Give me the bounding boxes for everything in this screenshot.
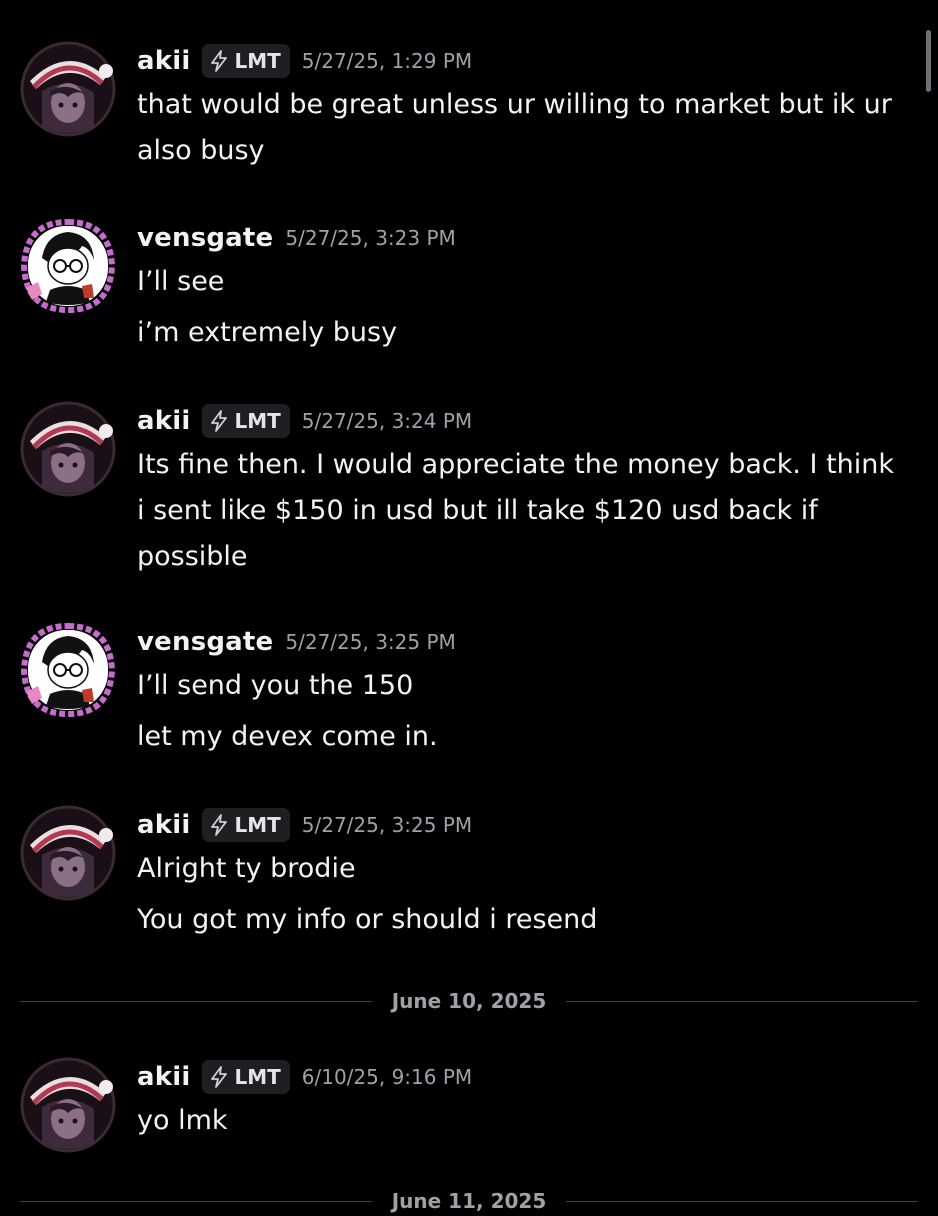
message-text: I’ll send you the 150 bbox=[137, 670, 414, 701]
username[interactable]: akii bbox=[137, 46, 190, 76]
message-text: Its fine then. I would appreciate the mo… bbox=[137, 449, 895, 572]
tag-label: LMT bbox=[234, 49, 281, 73]
message-header: akii LMT 6/10/25, 9:16 PM bbox=[137, 1057, 472, 1097]
timestamp: 5/27/25, 3:25 PM bbox=[285, 630, 456, 654]
username[interactable]: vensgate bbox=[137, 223, 273, 253]
lightning-bolt-icon bbox=[211, 814, 228, 836]
message-header: vensgate 5/27/25, 3:25 PM bbox=[137, 622, 456, 662]
anime-girl-avatar-icon bbox=[20, 401, 116, 497]
lightning-bolt-icon bbox=[211, 410, 228, 432]
tag-label: LMT bbox=[234, 1065, 281, 1089]
avatar-akii[interactable] bbox=[20, 401, 116, 497]
message-text: I’ll see bbox=[137, 266, 225, 297]
scrollbar-thumb[interactable] bbox=[926, 30, 931, 92]
anime-boy-avatar-icon bbox=[20, 622, 116, 718]
timestamp: 5/27/25, 1:29 PM bbox=[301, 49, 473, 73]
date-divider: June 11, 2025 bbox=[20, 1186, 918, 1216]
message-header: akii LMT 5/27/25, 1:29 PM bbox=[137, 41, 472, 81]
avatar-vensgate[interactable] bbox=[20, 622, 116, 718]
timestamp: 6/10/25, 9:16 PM bbox=[301, 1065, 473, 1089]
username[interactable]: akii bbox=[137, 1062, 190, 1092]
message-header: akii LMT 5/27/25, 3:24 PM bbox=[137, 401, 472, 441]
anime-girl-avatar-icon bbox=[20, 1057, 116, 1153]
tag-label: LMT bbox=[234, 813, 281, 837]
lightning-bolt-icon bbox=[211, 50, 228, 72]
message-text: let my devex come in. bbox=[137, 721, 438, 752]
message-text: yo lmk bbox=[137, 1105, 228, 1136]
username[interactable]: vensgate bbox=[137, 627, 273, 657]
timestamp: 5/27/25, 3:25 PM bbox=[301, 813, 473, 837]
username[interactable]: akii bbox=[137, 810, 190, 840]
message-text: You got my info or should i resend bbox=[137, 904, 598, 935]
anime-boy-avatar-icon bbox=[20, 218, 116, 314]
message-header: vensgate 5/27/25, 3:23 PM bbox=[137, 218, 456, 258]
tag-label: LMT bbox=[234, 409, 281, 433]
server-tag[interactable]: LMT bbox=[202, 404, 290, 438]
message-text: that would be great unless ur willing to… bbox=[137, 89, 892, 166]
server-tag[interactable]: LMT bbox=[202, 808, 290, 842]
message-header: akii LMT 5/27/25, 3:25 PM bbox=[137, 805, 472, 845]
avatar-akii[interactable] bbox=[20, 41, 116, 137]
server-tag[interactable]: LMT bbox=[202, 44, 290, 78]
avatar-vensgate[interactable] bbox=[20, 218, 116, 314]
message-text: i’m extremely busy bbox=[137, 317, 398, 348]
avatar-akii[interactable] bbox=[20, 805, 116, 901]
anime-girl-avatar-icon bbox=[20, 41, 116, 137]
lightning-bolt-icon bbox=[211, 1066, 228, 1088]
divider-date: June 10, 2025 bbox=[377, 989, 561, 1013]
divider-date: June 11, 2025 bbox=[377, 1189, 561, 1213]
timestamp: 5/27/25, 3:23 PM bbox=[285, 226, 456, 250]
message-text: Alright ty brodie bbox=[137, 853, 356, 884]
timestamp: 5/27/25, 3:24 PM bbox=[301, 409, 473, 433]
avatar-akii[interactable] bbox=[20, 1057, 116, 1153]
username[interactable]: akii bbox=[137, 406, 190, 436]
chat-message-list: akii LMT 5/27/25, 1:29 PM that would be … bbox=[0, 0, 938, 1213]
anime-girl-avatar-icon bbox=[20, 805, 116, 901]
date-divider: June 10, 2025 bbox=[20, 986, 918, 1016]
server-tag[interactable]: LMT bbox=[202, 1060, 290, 1094]
